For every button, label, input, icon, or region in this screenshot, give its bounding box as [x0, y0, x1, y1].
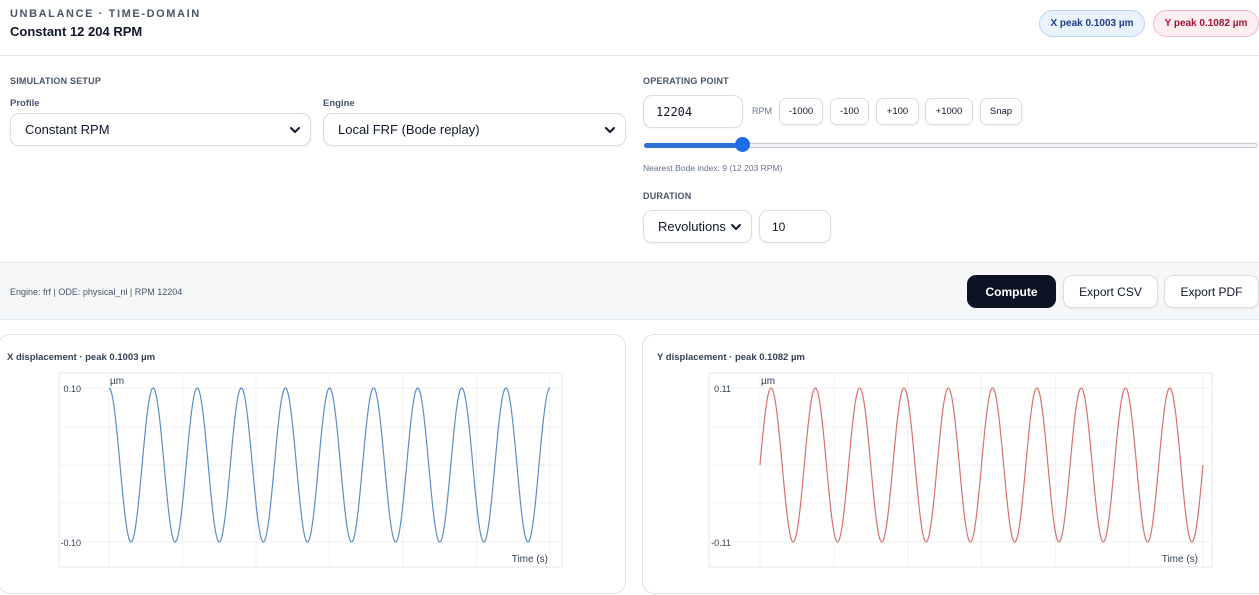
page-title: Constant 12 204 RPM	[10, 24, 143, 39]
duration-mode-value: Revolutions	[658, 219, 726, 234]
x-axis-label: Time (s)	[512, 554, 548, 565]
snap-button[interactable]: Snap	[980, 98, 1022, 125]
engine-status-text: Engine: frf | ODE: physical_nl | RPM 122…	[10, 287, 183, 297]
operating-point-heading: OPERATING POINT	[643, 76, 729, 86]
profile-select-value: Constant RPM	[25, 122, 110, 137]
rpm-plus-1000-button[interactable]: +1000	[925, 98, 973, 125]
x-displacement-chart: 0.10 -0.10 µm Time (s)	[58, 372, 563, 568]
x-axis-label: Time (s)	[1162, 554, 1198, 565]
nearest-bode-hint: Nearest Bode index: 9 (12 203 RPM)	[643, 163, 783, 173]
engine-select[interactable]: Local FRF (Bode replay)	[323, 113, 626, 146]
profile-label: Profile	[10, 98, 40, 109]
chevron-down-icon	[290, 127, 300, 133]
x-displacement-card: X displacement · peak 0.1003 µm 0.10 -0.1…	[0, 334, 626, 594]
rpm-plus-100-button[interactable]: +100	[876, 98, 919, 125]
engine-select-value: Local FRF (Bode replay)	[338, 122, 480, 137]
y-displacement-card: Y displacement · peak 0.1082 µm 0.11 -0.1…	[642, 334, 1259, 594]
simulation-setup-heading: SIMULATION SETUP	[10, 76, 102, 86]
x-peak-badge: X peak 0.1003 µm	[1039, 10, 1145, 37]
duration-heading: DURATION	[643, 191, 692, 201]
rpm-slider-thumb[interactable]	[734, 137, 750, 152]
rpm-slider-fill	[644, 143, 743, 148]
chevron-down-icon	[731, 224, 741, 230]
y-tick-label-bottom: -0.10	[60, 538, 81, 548]
rpm-minus-100-button[interactable]: -100	[830, 98, 869, 125]
rpm-input[interactable]: 12204	[643, 95, 743, 128]
chevron-down-icon	[605, 127, 615, 133]
y-axis-unit-label: µm	[110, 376, 124, 387]
app-header: UNBALANCE · TIME-DOMAIN Constant 12 204 …	[0, 0, 1259, 56]
engine-label: Engine	[323, 98, 355, 109]
y-displacement-chart: 0.11 -0.11 µm Time (s)	[708, 372, 1213, 568]
y-peak-badge: Y peak 0.1082 µm	[1153, 10, 1259, 37]
y-tick-label-top: 0.11	[714, 384, 731, 394]
action-bar: Engine: frf | ODE: physical_nl | RPM 122…	[0, 262, 1259, 320]
rpm-minus-1000-button[interactable]: -1000	[779, 98, 823, 125]
export-csv-button[interactable]: Export CSV	[1063, 275, 1158, 308]
duration-mode-select[interactable]: Revolutions	[643, 210, 752, 243]
page-eyebrow: UNBALANCE · TIME-DOMAIN	[10, 8, 201, 20]
export-pdf-button[interactable]: Export PDF	[1164, 275, 1259, 308]
rpm-unit-label: RPM	[752, 106, 772, 116]
profile-select[interactable]: Constant RPM	[10, 113, 311, 146]
y-tick-label-top: 0.10	[63, 384, 81, 394]
compute-button[interactable]: Compute	[967, 275, 1056, 308]
y-tick-label-bottom: -0.11	[711, 538, 731, 548]
y-axis-unit-label: µm	[761, 376, 775, 387]
duration-count-input[interactable]: 10	[759, 210, 831, 243]
